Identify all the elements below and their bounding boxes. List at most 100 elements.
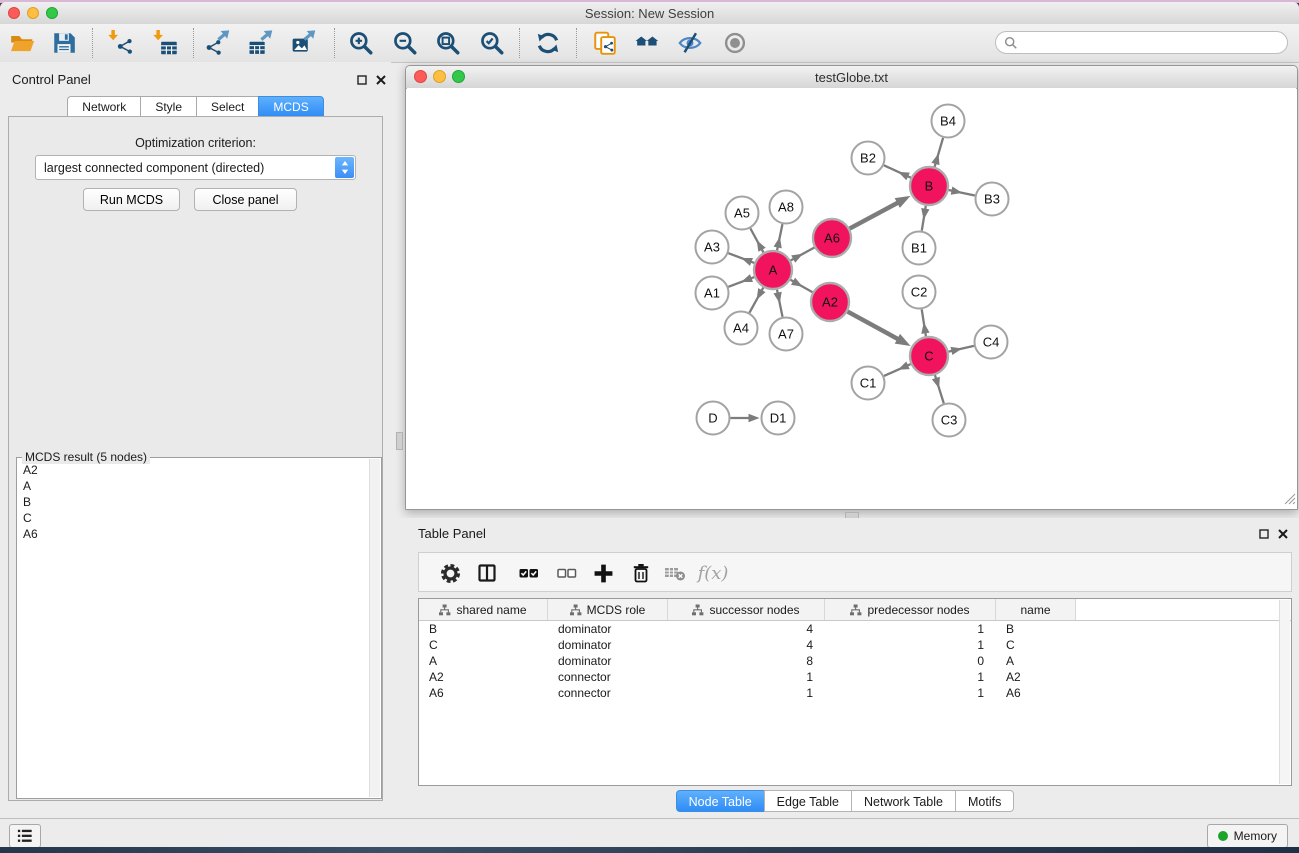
save-session-button[interactable] [47, 26, 81, 60]
result-item[interactable]: A [17, 478, 369, 494]
window-resize-grip[interactable] [1284, 493, 1296, 508]
tab-edge-table[interactable]: Edge Table [764, 790, 851, 812]
dropdown-stepper-icon [335, 157, 354, 178]
graph-node-B[interactable]: B [910, 167, 948, 205]
table-cell: A [996, 653, 1076, 669]
float-table-panel-icon[interactable] [1257, 527, 1271, 541]
criterion-dropdown[interactable]: largest connected component (directed) [35, 155, 356, 180]
graph-node-C[interactable]: C [910, 337, 948, 375]
graph-node-C2[interactable]: C2 [903, 276, 936, 309]
list-icon [16, 828, 34, 844]
tab-motifs[interactable]: Motifs [955, 790, 1014, 812]
show-column-panel-button[interactable] [473, 559, 501, 587]
export-network-button[interactable] [201, 26, 235, 60]
network-canvas[interactable]: B4 B2 B B3 A8 A5 A6 A3 B1 A A1 C2 A2 A4 A7 C4 C C1 D D1 C3 [407, 88, 1296, 508]
graph-node-A[interactable]: A [754, 251, 792, 289]
table-settings-button[interactable] [436, 559, 464, 587]
graph-node-C3[interactable]: C3 [933, 404, 966, 437]
column-header[interactable]: successor nodes [668, 599, 825, 620]
search-field[interactable] [995, 31, 1288, 54]
graph-node-C1[interactable]: C1 [852, 367, 885, 400]
table-row[interactable]: A2connector11A2 [419, 669, 1291, 685]
search-input[interactable] [1023, 35, 1279, 51]
open-session-button[interactable] [5, 26, 39, 60]
graph-node-D[interactable]: D [697, 402, 730, 435]
edge-arrowhead-icon [741, 274, 753, 282]
graph-node-A6[interactable]: A6 [813, 219, 851, 257]
zoom-in-button[interactable] [344, 26, 378, 60]
delete-columns-button[interactable] [627, 559, 655, 587]
hide-graphics-details-button[interactable] [673, 26, 707, 60]
fx-icon: f(x) [698, 563, 729, 584]
column-header[interactable]: shared name [419, 599, 548, 620]
graph-node-A4[interactable]: A4 [725, 312, 758, 345]
export-table-button[interactable] [244, 26, 278, 60]
column-header[interactable]: MCDS role [548, 599, 668, 620]
tab-style[interactable]: Style [140, 96, 196, 117]
tab-network-table[interactable]: Network Table [851, 790, 955, 812]
show-graphics-details-button[interactable] [718, 26, 752, 60]
table-row[interactable]: Adominator80A [419, 653, 1291, 669]
table-row[interactable]: A6connector11A6 [419, 685, 1291, 701]
zoom-fit-button[interactable] [431, 26, 465, 60]
graph-node-D1[interactable]: D1 [762, 402, 795, 435]
memory-button[interactable]: Memory [1207, 824, 1288, 847]
graph-node-A8[interactable]: A8 [770, 191, 803, 224]
cybrowser-home-button[interactable] [630, 26, 664, 60]
result-item[interactable]: C [17, 510, 369, 526]
close-table-panel-icon[interactable] [1276, 527, 1290, 541]
graph-node-B2[interactable]: B2 [852, 142, 885, 175]
delete-table-button[interactable] [661, 559, 689, 587]
graph-node-A1[interactable]: A1 [696, 277, 729, 310]
graph-node-A3[interactable]: A3 [696, 231, 729, 264]
deselect-all-columns-button[interactable] [553, 559, 581, 587]
column-header[interactable]: name [996, 599, 1076, 620]
zoom-out-icon [392, 30, 418, 56]
tab-mcds[interactable]: MCDS [258, 96, 323, 117]
create-column-button[interactable] [589, 559, 617, 587]
refresh-view-button[interactable] [531, 26, 565, 60]
zoom-selected-button[interactable] [475, 26, 509, 60]
result-item[interactable]: A2 [17, 462, 369, 478]
graph-node-B4[interactable]: B4 [932, 105, 965, 138]
table-row[interactable]: Bdominator41B [419, 621, 1291, 637]
checked-boxes-icon [519, 563, 539, 583]
result-item[interactable]: B [17, 494, 369, 510]
graph-edge-A6-B[interactable] [850, 202, 900, 229]
result-scrollbar[interactable] [369, 459, 380, 797]
toolbar-separator [92, 28, 93, 58]
node-label: A3 [704, 240, 720, 255]
float-panel-icon[interactable] [355, 73, 369, 87]
tab-node-table[interactable]: Node Table [676, 790, 764, 812]
clone-network-button[interactable] [588, 26, 622, 60]
graph-node-B3[interactable]: B3 [976, 183, 1009, 216]
node-label: C [924, 349, 933, 364]
node-table[interactable]: shared nameMCDS rolesuccessor nodesprede… [418, 598, 1292, 786]
graph-node-A7[interactable]: A7 [770, 318, 803, 351]
result-item[interactable]: A6 [17, 526, 369, 542]
panel-list-button[interactable] [9, 824, 41, 847]
tab-network[interactable]: Network [67, 96, 140, 117]
import-table-button[interactable] [148, 26, 182, 60]
graph-edge-A2-C[interactable] [848, 312, 900, 341]
close-panel-icon[interactable] [374, 73, 388, 87]
node-label: B1 [911, 241, 927, 256]
zoom-out-button[interactable] [388, 26, 422, 60]
import-table-icon [152, 30, 178, 56]
table-row[interactable]: Cdominator41C [419, 637, 1291, 653]
table-scrollbar[interactable] [1279, 600, 1290, 784]
export-image-button[interactable] [287, 26, 321, 60]
close-panel-button[interactable]: Close panel [194, 188, 297, 211]
column-header[interactable]: predecessor nodes [825, 599, 996, 620]
tab-select[interactable]: Select [196, 96, 258, 117]
node-label: A4 [733, 321, 749, 336]
graph-node-A5[interactable]: A5 [726, 197, 759, 230]
select-all-columns-button[interactable] [515, 559, 543, 587]
run-mcds-button[interactable]: Run MCDS [83, 188, 180, 211]
function-builder-button[interactable]: f(x) [695, 559, 731, 587]
graph-node-B1[interactable]: B1 [903, 232, 936, 265]
horizontal-splitter-handle[interactable] [396, 432, 403, 450]
import-network-button[interactable] [103, 26, 137, 60]
graph-node-A2[interactable]: A2 [811, 283, 849, 321]
graph-node-C4[interactable]: C4 [975, 326, 1008, 359]
